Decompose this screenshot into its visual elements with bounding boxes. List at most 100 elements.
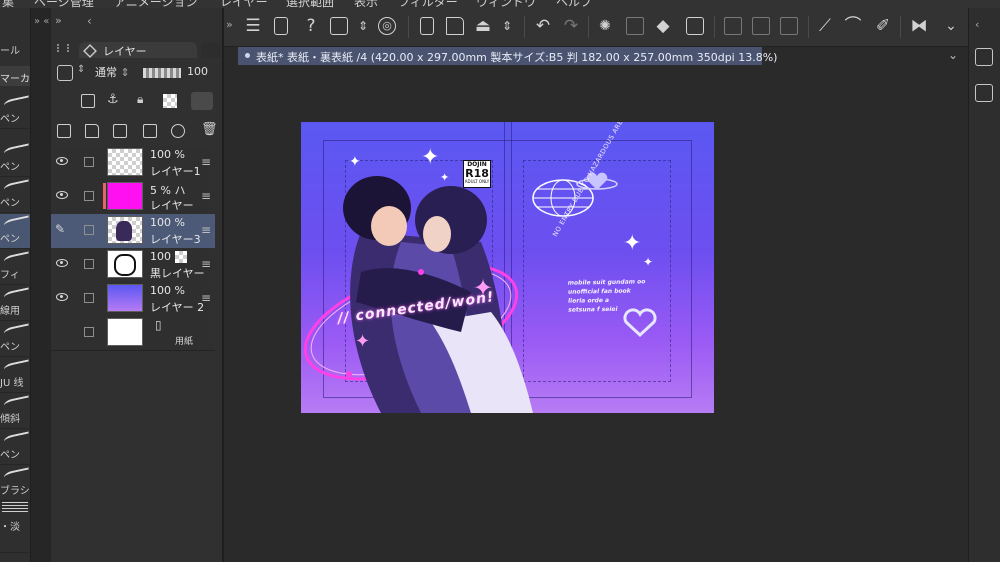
undo-icon[interactable]: ↶: [534, 17, 552, 35]
updown-arrows-icon[interactable]: ⇕: [354, 17, 372, 35]
layer-row[interactable]: 100 % レイヤー1 ≡: [51, 146, 215, 181]
chevron-left-icon[interactable]: ‹: [975, 18, 979, 31]
eye-icon[interactable]: [56, 157, 68, 165]
collapse-arrows-icon[interactable]: »: [226, 18, 233, 31]
menu-window[interactable]: ウィンドウ: [476, 0, 536, 8]
chevron-down-icon[interactable]: ⌄: [942, 17, 960, 35]
sub-tool-item-selected[interactable]: ペン: [0, 214, 30, 249]
opacity-value[interactable]: 100: [187, 65, 208, 78]
drag-handle-icon[interactable]: ≡: [201, 223, 211, 237]
sub-tool-item[interactable]: ブラシ: [0, 466, 30, 501]
menu-view[interactable]: 表示: [354, 0, 378, 8]
opacity-slider[interactable]: [143, 68, 181, 78]
sub-tool-item[interactable]: ペン: [0, 94, 30, 129]
chevron-left-icon[interactable]: ‹: [87, 14, 92, 28]
drag-handle-icon[interactable]: ≡: [201, 155, 211, 169]
fill-icon[interactable]: ◆: [654, 17, 672, 35]
animation-panel-icon[interactable]: [975, 84, 993, 102]
drag-handle-icon[interactable]: ≡: [201, 189, 211, 203]
new-folder-icon[interactable]: [85, 124, 99, 138]
flip-horizontal-icon[interactable]: ⧓: [910, 17, 928, 35]
pen-snap-icon[interactable]: ✐: [874, 17, 892, 35]
tablet-icon[interactable]: [274, 17, 288, 35]
crop-icon[interactable]: [686, 17, 704, 35]
ruler-snap-icon[interactable]: ⟋: [816, 17, 834, 35]
transform-icon[interactable]: [626, 17, 644, 35]
brush-snap-icon[interactable]: ⌒: [844, 17, 862, 35]
menu-page-management[interactable]: ページ管理: [34, 0, 94, 8]
menu-selection[interactable]: 選択範囲: [286, 0, 334, 8]
blend-mode-select[interactable]: 通常 ⇕: [95, 64, 139, 82]
lock-transparency-icon[interactable]: [163, 94, 177, 108]
clear-selection-icon[interactable]: [724, 17, 742, 35]
menu-help[interactable]: ヘルプ: [556, 0, 592, 8]
save-icon[interactable]: ⏏: [474, 17, 492, 35]
drag-handle-icon[interactable]: [57, 44, 69, 52]
companion-icon[interactable]: ◎: [378, 17, 396, 35]
layer-select-checkbox[interactable]: [84, 293, 94, 303]
mask-toggle-icon[interactable]: [191, 92, 213, 110]
layer-color-tag: [103, 183, 106, 209]
help-icon[interactable]: ?: [302, 17, 320, 35]
menu-icon[interactable]: ☰: [244, 17, 262, 35]
sub-tool-item[interactable]: ペン: [0, 430, 30, 465]
menu-edit[interactable]: 集: [2, 0, 14, 8]
open-folder-icon[interactable]: [446, 17, 464, 35]
sub-tool-item[interactable]: 線用: [0, 286, 30, 321]
sub-tool-item[interactable]: JU 线: [0, 358, 30, 393]
eye-icon[interactable]: [56, 191, 68, 199]
updown-arrows-icon[interactable]: ⇕: [77, 64, 85, 75]
layer-mask-icon[interactable]: [171, 124, 185, 138]
sub-tool-item[interactable]: ペン: [0, 178, 30, 213]
eye-icon[interactable]: [56, 259, 68, 267]
layer-row[interactable]: ▯ 用紙: [51, 316, 215, 351]
panel-collapse-icon[interactable]: »: [55, 14, 62, 27]
chevron-down-icon[interactable]: ⌄: [948, 48, 958, 62]
artwork-canvas[interactable]: ✦ ✦ ✦ ✦ ✦ ✦ ✦ DOJIN R18 ADULT ONLY // co…: [301, 122, 714, 413]
sub-tool-item[interactable]: ペン: [0, 322, 30, 357]
layer-select-checkbox[interactable]: [84, 225, 94, 235]
menu-bar: 集 ページ管理 アニメーション レイヤー 選択範囲 表示 フィルター ウィンドウ…: [0, 0, 1000, 8]
tab-layer[interactable]: レイヤー: [79, 42, 197, 58]
eye-icon[interactable]: [56, 293, 68, 301]
layer-row[interactable]: 5 % ハ レイヤー ≡: [51, 180, 215, 215]
collapse-arrows-icon[interactable]: » «: [34, 16, 49, 27]
sub-tool-item[interactable]: フィ: [0, 250, 30, 285]
canvas-tab[interactable]: 表紙* 表紙・裏表紙 /4 (420.00 x 297.00mm 製本サイズ:B…: [238, 47, 777, 65]
invert-selection-icon[interactable]: [780, 17, 798, 35]
layer-color-icon[interactable]: [57, 65, 73, 81]
menu-animation[interactable]: アニメーション: [114, 0, 198, 8]
menu-filter[interactable]: フィルター: [398, 0, 458, 8]
transfer-down-icon[interactable]: [113, 124, 127, 138]
clip-layer-icon[interactable]: [81, 94, 95, 108]
updown-arrows-icon[interactable]: ⇕: [498, 17, 516, 35]
loading-icon[interactable]: ✺: [596, 17, 614, 35]
tab-layer-property[interactable]: [201, 42, 221, 58]
close-dot-icon[interactable]: [245, 53, 250, 58]
sub-tool-item[interactable]: ・淡: [0, 502, 30, 553]
crop-selection-icon[interactable]: [752, 17, 770, 35]
layer-select-checkbox[interactable]: [84, 259, 94, 269]
lock-icon[interactable]: 🔒︎: [137, 92, 143, 107]
layer-select-checkbox[interactable]: [84, 191, 94, 201]
reference-layer-icon[interactable]: ⚓: [107, 92, 119, 107]
layer-row-selected[interactable]: ✎ 100 % レイヤー3 ≡: [51, 214, 215, 249]
drag-handle-icon[interactable]: ≡: [201, 291, 211, 305]
save-panel-icon[interactable]: [975, 48, 993, 66]
app-settings-icon[interactable]: [330, 17, 348, 35]
layer-select-checkbox[interactable]: [84, 327, 94, 337]
palette-collapse-strip[interactable]: » «: [31, 8, 51, 562]
merge-down-icon[interactable]: [143, 124, 157, 138]
layer-select-checkbox[interactable]: [84, 157, 94, 167]
new-document-icon[interactable]: [420, 17, 434, 35]
redo-icon[interactable]: ↷: [562, 17, 580, 35]
sub-tool-group-tab[interactable]: マーカ: [0, 66, 30, 86]
layer-row[interactable]: 100 黒レイヤー ≡: [51, 248, 215, 283]
menu-layer[interactable]: レイヤー: [220, 0, 268, 8]
trash-icon[interactable]: 🗑︎: [201, 122, 218, 137]
layer-row[interactable]: 100 % レイヤー 2 ≡: [51, 282, 215, 317]
drag-handle-icon[interactable]: ≡: [201, 257, 211, 271]
new-raster-layer-icon[interactable]: [57, 124, 71, 138]
sub-tool-item[interactable]: ペン: [0, 142, 30, 177]
sub-tool-item[interactable]: 傾斜: [0, 394, 30, 429]
